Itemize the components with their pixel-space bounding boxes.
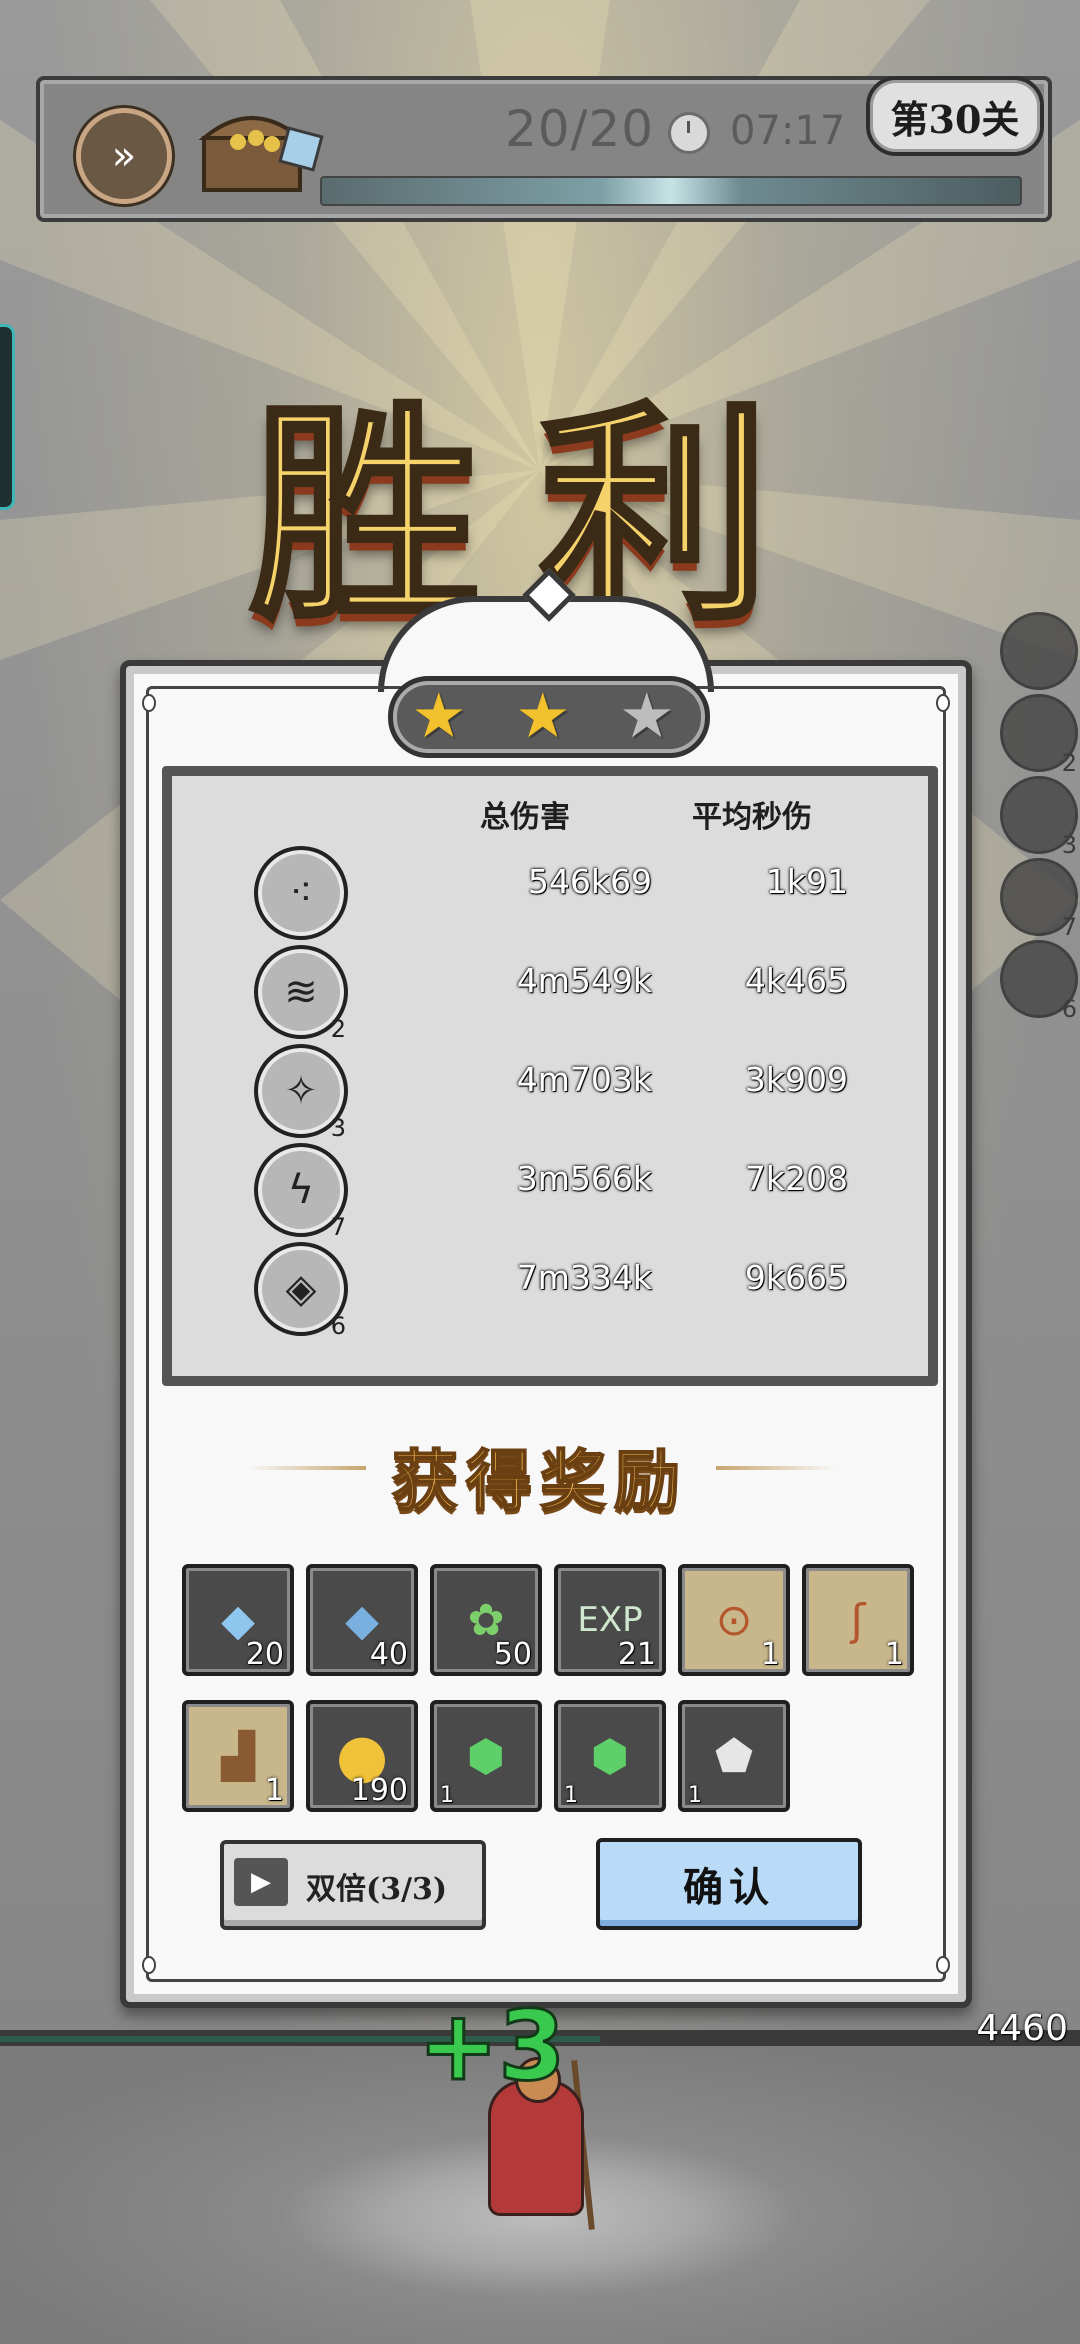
heal-popup: +3: [416, 1989, 566, 2104]
total-damage: 546k69: [527, 862, 652, 901]
avg-dps: 9k665: [744, 1258, 848, 1297]
victory-panel: ★ ★ ★ 总伤害 平均秒伤 ⁖ 546k69 1k91 ≋ 2 4m549k 4…: [120, 568, 972, 2008]
total-damage: 4m549k: [516, 961, 652, 1000]
confirm-button[interactable]: 确认: [596, 1838, 862, 1930]
amulet-scroll-icon: ⊙: [715, 1594, 753, 1646]
star-filled-icon: ★: [411, 679, 467, 752]
clock-icon: [668, 112, 710, 154]
level-badge: 第30关: [866, 76, 1044, 156]
exp-orb-icon: EXP: [577, 1600, 643, 1640]
reward-item[interactable]: ◆ 40: [306, 1564, 418, 1676]
star-rating: ★ ★ ★: [388, 676, 710, 758]
ice-cube-icon: ◈ 6: [254, 1242, 348, 1340]
side-skill-slot[interactable]: 3: [1000, 776, 1078, 859]
avg-dps: 4k465: [744, 961, 848, 1000]
top-hud: » 20/20 07:17 第30关: [36, 76, 1052, 222]
side-skill-slot[interactable]: 7: [1000, 858, 1078, 941]
boot-scroll-icon: ▟: [221, 1730, 255, 1782]
side-skill-slot[interactable]: 6: [1000, 940, 1078, 1023]
green-gem-icon: ⬢: [590, 1730, 630, 1782]
table-row: ≋ 2 4m549k 4k465: [172, 941, 928, 1043]
avg-dps: 3k909: [744, 1060, 848, 1099]
header-avg-dps: 平均秒伤: [692, 800, 812, 835]
damage-stats-table: 总伤害 平均秒伤 ⁖ 546k69 1k91 ≋ 2 4m549k 4k465 ✧…: [162, 766, 938, 1386]
wave-counter: 20/20: [505, 100, 655, 158]
rewards-title: 获得奖励: [391, 1441, 688, 1521]
total-damage: 7m334k: [516, 1258, 652, 1297]
reward-item[interactable]: ⬟ 1: [678, 1700, 790, 1812]
reward-item[interactable]: EXP 21: [554, 1564, 666, 1676]
header-total-damage: 总伤害: [480, 800, 570, 835]
reward-item[interactable]: ◆ 20: [182, 1564, 294, 1676]
reward-item[interactable]: ⬢ 1: [430, 1700, 542, 1812]
table-row: ⁖ 546k69 1k91: [172, 842, 928, 940]
video-ad-icon: ▶: [234, 1858, 288, 1906]
claw-slash-icon: ⁖: [254, 846, 348, 940]
star-empty-icon: ★: [619, 679, 675, 752]
side-skill-slot[interactable]: 2: [1000, 694, 1078, 777]
total-damage: 4m703k: [516, 1060, 652, 1099]
player-hp: 4460: [976, 2008, 1068, 2049]
white-ore-icon: ⬟: [714, 1730, 754, 1782]
fast-forward-button[interactable]: »: [76, 108, 172, 204]
reward-item[interactable]: ⬢ 1: [554, 1700, 666, 1812]
staff-scroll-icon: ʃ: [850, 1594, 866, 1646]
lightning-bolt-icon: ϟ7: [254, 1143, 348, 1241]
timer: 07:17: [730, 108, 846, 154]
table-row: ✧ 3 4m703k 3k909: [172, 1040, 928, 1142]
crystal-cluster-icon: ✧ 3: [254, 1044, 348, 1142]
avg-dps: 1k91: [765, 862, 848, 901]
table-row: ϟ7 3m566k 7k208: [172, 1139, 928, 1241]
side-skill-slot[interactable]: [1000, 612, 1078, 690]
fast-forward-icon: »: [111, 133, 137, 179]
boss-progress-bar: [320, 176, 1022, 206]
double-reward-button[interactable]: ▶ 双倍(3/3): [220, 1840, 486, 1930]
cracked-ground-icon: ≋ 2: [254, 945, 348, 1043]
reward-item[interactable]: ⊙ 1: [678, 1564, 790, 1676]
reward-item[interactable]: ▟ 1: [182, 1700, 294, 1812]
reward-item[interactable]: ● 190: [306, 1700, 418, 1812]
total-damage: 3m566k: [516, 1159, 652, 1198]
reward-item[interactable]: ✿ 50: [430, 1564, 542, 1676]
green-gem-icon: ⬢: [466, 1730, 506, 1782]
avg-dps: 7k208: [744, 1159, 848, 1198]
reward-item[interactable]: ʃ 1: [802, 1564, 914, 1676]
treasure-chest-icon[interactable]: [198, 98, 326, 196]
table-row: ◈ 6 7m334k 9k665: [172, 1238, 928, 1340]
star-filled-icon: ★: [515, 679, 571, 752]
